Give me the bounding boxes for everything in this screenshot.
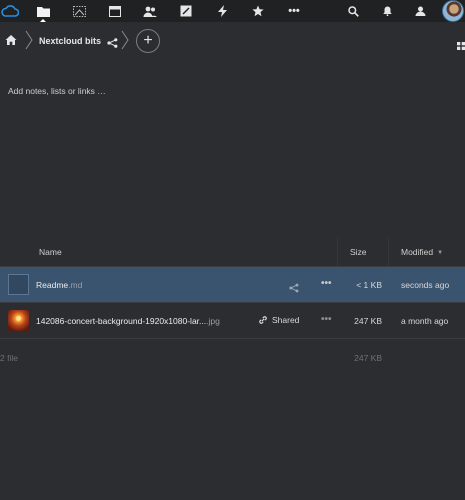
file-basename: 142086-concert-background-1920x1080-lar.…: [36, 316, 207, 326]
search-icon[interactable]: [344, 0, 362, 22]
breadcrumb-separator-icon: [121, 30, 129, 50]
more-actions-icon[interactable]: •••: [321, 278, 332, 289]
contacts-icon[interactable]: [141, 0, 159, 22]
more-actions-icon[interactable]: •••: [321, 314, 332, 325]
home-icon[interactable]: [5, 33, 19, 47]
plus-icon: +: [143, 32, 153, 49]
file-basename: Readme: [36, 280, 69, 290]
column-divider: [337, 238, 338, 266]
calendar-icon[interactable]: [106, 0, 124, 22]
total-size-summary: 247 KB: [354, 353, 382, 363]
file-count-summary: 2 file: [0, 353, 18, 363]
file-modified: seconds ago: [401, 280, 450, 290]
file-size: 247 KB: [354, 316, 382, 326]
file-extension: .md: [68, 280, 83, 290]
notifications-icon[interactable]: [378, 0, 396, 22]
share-icon[interactable]: [289, 280, 299, 298]
shared-link-button[interactable]: Shared: [258, 315, 299, 325]
share-icon[interactable]: [107, 35, 118, 53]
column-divider: [388, 238, 389, 266]
contacts-menu-icon[interactable]: [411, 0, 429, 22]
column-name[interactable]: Name: [39, 247, 62, 257]
file-modified: a month ago: [401, 316, 449, 326]
activity-icon[interactable]: [213, 0, 231, 22]
add-new-button[interactable]: +: [136, 29, 160, 53]
breadcrumb-folder[interactable]: Nextcloud bits: [39, 36, 101, 46]
file-icon: [8, 274, 29, 295]
file-name[interactable]: 142086-concert-background-1920x1080-lar.…: [36, 316, 220, 326]
file-name[interactable]: Readme.md: [36, 280, 82, 290]
cloud-logo-icon[interactable]: [0, 0, 20, 22]
column-modified[interactable]: Modified ▼: [401, 247, 443, 257]
favorites-star-icon[interactable]: [249, 0, 267, 22]
breadcrumb-separator-icon: [25, 30, 33, 50]
column-size[interactable]: Size: [350, 247, 367, 257]
photos-icon[interactable]: [70, 0, 88, 22]
file-extension: .jpg: [206, 316, 220, 326]
shared-label: Shared: [272, 315, 300, 325]
file-table-header: Name Size Modified ▼: [0, 238, 465, 267]
table-row[interactable]: Readme.md ••• < 1 KB seconds ago: [0, 267, 465, 303]
files-icon[interactable]: [34, 0, 52, 22]
image-thumbnail: [8, 310, 29, 331]
sort-down-icon: ▼: [437, 249, 444, 256]
grid-view-icon[interactable]: [457, 37, 465, 55]
file-size: < 1 KB: [356, 280, 382, 290]
breadcrumb: Nextcloud bits +: [0, 22, 465, 58]
user-avatar[interactable]: [442, 0, 464, 22]
column-modified-label: Modified: [401, 247, 434, 257]
top-header: •••: [0, 0, 465, 22]
more-apps-icon[interactable]: •••: [285, 0, 303, 22]
notes-placeholder[interactable]: Add notes, lists or links …: [8, 86, 106, 96]
table-row[interactable]: 142086-concert-background-1920x1080-lar.…: [0, 303, 465, 339]
link-icon: [259, 316, 267, 324]
notes-icon[interactable]: [177, 0, 195, 22]
